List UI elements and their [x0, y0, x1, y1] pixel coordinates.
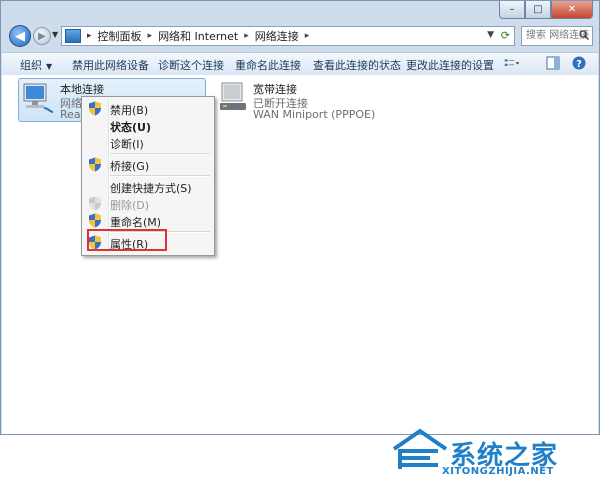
menu-item-label: 诊断(I) [110, 138, 144, 151]
search-icon [579, 30, 589, 40]
xitongzhijia-logo-icon [392, 428, 448, 469]
maximize-button[interactable]: □ [525, 1, 551, 19]
address-dropdown-icon[interactable]: ▼ [487, 30, 494, 40]
breadcrumb-control-panel[interactable]: 控制面板 [98, 28, 142, 44]
chevron-down-icon: ▼ [46, 62, 53, 71]
preview-pane-icon[interactable] [545, 56, 561, 70]
view-status-button[interactable]: 查看此连接的状态 [313, 57, 401, 73]
breadcrumb-network-internet[interactable]: 网络和 Internet [158, 28, 238, 44]
menu-item-label: 重命名(M) [110, 216, 162, 229]
back-arrow-icon: ◀ [15, 28, 25, 44]
uac-shield-icon [89, 213, 101, 228]
command-bar: 组织 ▼ 禁用此网络设备 诊断这个连接 重命名此连接 查看此连接的状态 更改此连接… [2, 52, 598, 76]
menu-item-label: 桥接(G) [110, 160, 150, 173]
organize-menu[interactable]: 组织 ▼ [20, 57, 52, 73]
breadcrumb-network-connections[interactable]: 网络连接 [255, 28, 299, 44]
rename-connection-button[interactable]: 重命名此连接 [235, 57, 301, 73]
connection-device: WAN Miniport (PPPOE) [253, 108, 376, 121]
breadcrumb-separator[interactable]: ▸ [87, 31, 92, 41]
menu-item-bridge[interactable]: 桥接(G) [84, 155, 212, 175]
network-connections-window: – □ ✕ ◀ ▶ ▼ ▸ 控制面板 ▸ 网络和 Internet ▸ 网络连接… [0, 0, 600, 477]
close-button[interactable]: ✕ [551, 1, 593, 19]
uac-shield-icon [89, 157, 101, 172]
diagnose-connection-button[interactable]: 诊断这个连接 [158, 57, 224, 73]
uac-shield-icon [89, 101, 101, 116]
uac-shield-icon [89, 196, 101, 211]
breadcrumb-separator[interactable]: ▸ [148, 31, 153, 41]
address-bar[interactable]: ▸ 控制面板 ▸ 网络和 Internet ▸ 网络连接 ▸ ▼ ⟳ [61, 26, 515, 46]
network-adapter-icon [23, 83, 54, 113]
organize-label: 组织 [20, 59, 42, 72]
view-options-icon[interactable] [504, 56, 520, 70]
control-panel-icon [65, 29, 81, 43]
breadcrumb-separator[interactable]: ▸ [305, 31, 310, 41]
svg-text:?: ? [576, 59, 582, 70]
change-settings-button[interactable]: 更改此连接的设置 [406, 57, 494, 73]
refresh-icon[interactable]: ⟳ [501, 29, 510, 42]
properties-highlight-box [87, 229, 167, 251]
help-icon[interactable]: ? [571, 56, 587, 70]
recent-pages-dropdown[interactable]: ▼ [52, 30, 58, 39]
menu-item-rename[interactable]: 重命名(M) [84, 211, 212, 231]
forward-arrow-icon: ▶ [38, 30, 46, 42]
menu-item-diagnose[interactable]: 诊断(I) [84, 133, 212, 153]
breadcrumb-separator[interactable]: ▸ [244, 31, 249, 41]
forward-button[interactable]: ▶ [33, 27, 51, 45]
search-input[interactable]: 搜索 网络连接 [521, 26, 593, 46]
back-button[interactable]: ◀ [9, 25, 31, 47]
broadband-modem-icon [220, 82, 246, 110]
watermark-url: XITONGZHIJIA.NET [442, 466, 554, 477]
minimize-button[interactable]: – [499, 1, 525, 19]
caption-buttons: – □ ✕ [499, 1, 593, 19]
navigation-bar: ◀ ▶ ▼ ▸ 控制面板 ▸ 网络和 Internet ▸ 网络连接 ▸ ▼ ⟳… [1, 21, 599, 51]
disable-device-button[interactable]: 禁用此网络设备 [72, 57, 149, 73]
